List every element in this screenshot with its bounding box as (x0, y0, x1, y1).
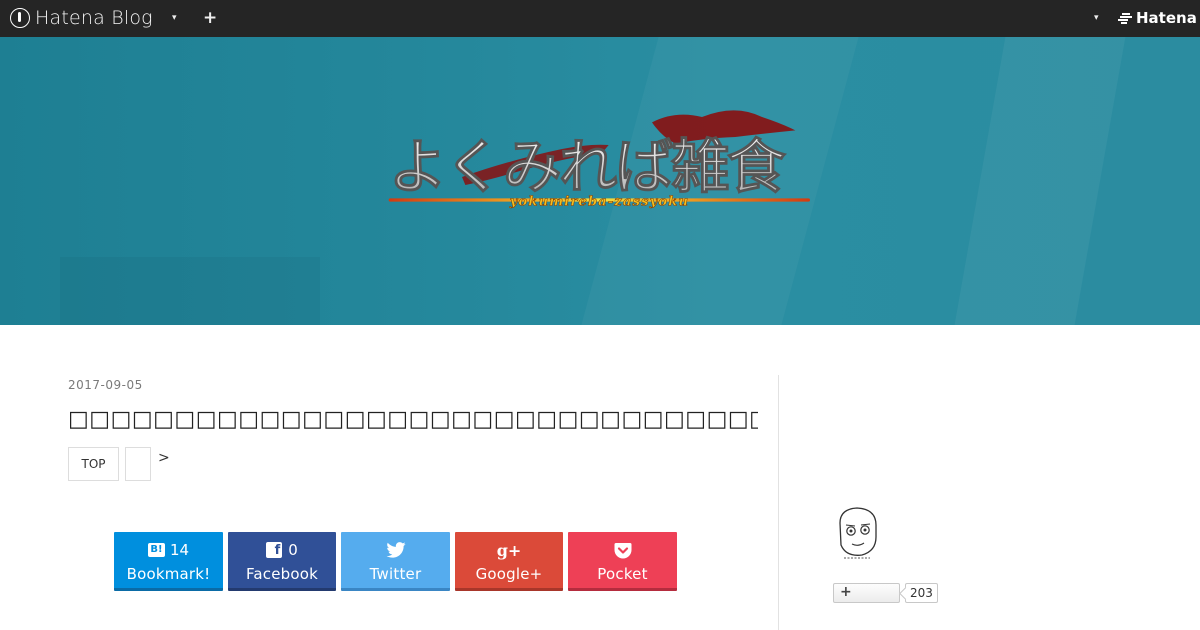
googleplus-label: Google+ (475, 565, 543, 583)
blog-header-banner[interactable]: よくみれば雑食 yokumireba-zassyoku (0, 37, 1200, 325)
new-post-plus-icon[interactable]: + (203, 8, 217, 28)
subscribe-button[interactable]: + (833, 583, 900, 603)
blog-menu-chevron-down-icon[interactable]: ▾ (172, 13, 177, 23)
hatena-blog-logo[interactable]: Hatena Blog (10, 7, 153, 29)
subscribe-plus-icon: + (840, 584, 852, 600)
twitter-bird-icon (385, 542, 406, 558)
pocket-label: Pocket (597, 565, 648, 583)
facebook-count: 0 (288, 541, 298, 559)
pocket-icon (614, 542, 631, 558)
breadcrumb: TOP > (68, 447, 170, 481)
bookmark-label: Bookmark! (126, 565, 211, 583)
blog-title-sub: yokumireba-zassyoku (509, 194, 689, 210)
breadcrumb-category-link[interactable] (125, 447, 151, 481)
googleplus-share-button[interactable]: g+ Google+ (455, 532, 563, 591)
twitter-share-button[interactable]: Twitter (341, 532, 450, 591)
hatena-global-header: Hatena Blog ▾ + ▾ Hatena (0, 0, 1200, 37)
facebook-icon: f (266, 542, 283, 558)
post-title[interactable]: □□□□□□□□□□□□□□□□□□□□□□□□□□□□□□□□□□□□□□□□… (68, 407, 758, 432)
blog-title-logo[interactable]: よくみれば雑食 yokumireba-zassyoku (282, 97, 922, 217)
breadcrumb-separator: > (158, 450, 170, 466)
author-avatar[interactable] (832, 503, 882, 561)
googleplus-icon: g+ (496, 540, 522, 560)
hatena-account-link[interactable]: Hatena (1118, 9, 1197, 27)
facebook-label: Facebook (245, 565, 319, 583)
breadcrumb-top-link[interactable]: TOP (68, 447, 119, 481)
hatena-bookmark-share-button[interactable]: B! 14 Bookmark! (114, 532, 223, 591)
blog-title-main: よくみれば雑食 (389, 133, 787, 201)
hatena-account-label: Hatena (1136, 9, 1197, 27)
facebook-share-button[interactable]: f 0 Facebook (228, 532, 336, 591)
hatena-bookmark-icon: B! (147, 543, 165, 557)
subscriber-count: 203 (905, 583, 938, 603)
pocket-share-button[interactable]: Pocket (568, 532, 677, 591)
hatena-mark-icon (1118, 12, 1132, 24)
bookmark-count: 14 (169, 541, 190, 559)
twitter-label: Twitter (369, 565, 422, 583)
brand-name: Hatena Blog (35, 7, 153, 29)
account-menu-chevron-down-icon[interactable]: ▾ (1094, 13, 1099, 23)
sidebar-divider (778, 375, 779, 630)
post-date[interactable]: 2017-09-05 (68, 378, 143, 392)
hatena-blog-logo-icon (10, 8, 30, 28)
